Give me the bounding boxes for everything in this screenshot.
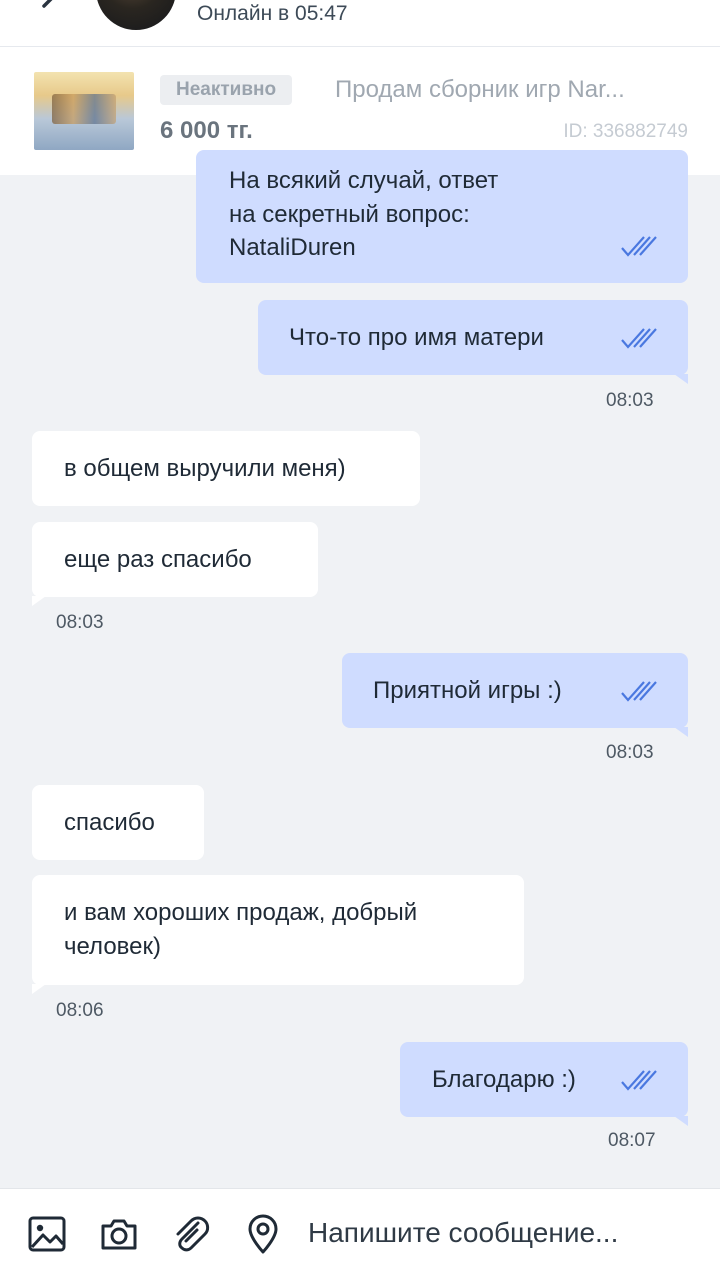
message-line: Приятной игры :): [373, 677, 562, 704]
message-line: в общем выручили меня): [64, 455, 346, 482]
online-status: Онлайн в 05:47: [197, 2, 348, 25]
message-timestamp: 08:03: [56, 612, 104, 633]
status-badge: Неактивно: [160, 75, 293, 105]
listing-id: ID: 336882749: [563, 121, 688, 142]
message-bubble-incoming[interactable]: и вам хороших продаж, добрый человек): [32, 875, 524, 994]
back-arrow-icon[interactable]: [30, 0, 70, 26]
message-bubble-incoming[interactable]: спасибо: [32, 785, 204, 860]
message-line: На всякий случай, ответ: [229, 167, 499, 194]
paperclip-icon[interactable]: [170, 1213, 212, 1255]
message-timestamp: 08:06: [56, 1000, 104, 1021]
message-line: человек): [64, 933, 161, 960]
listing-price: 6 000 тг.: [160, 117, 253, 144]
message-line: на секретный вопрос:: [229, 201, 470, 228]
message-timestamp: 08:03: [606, 390, 654, 411]
chat-header: Онлайн в 05:47: [0, 0, 720, 46]
message-bubble-incoming[interactable]: еще раз спасибо: [32, 522, 318, 606]
message-timestamp: 08:03: [606, 742, 654, 763]
message-line: NataliDuren: [229, 234, 356, 261]
message-line: и вам хороших продаж, добрый: [64, 899, 418, 926]
double-check-icon: [621, 236, 657, 257]
message-input[interactable]: Напишите сообщение...: [308, 1217, 618, 1249]
listing-title[interactable]: Продам сборник игр Nar...: [335, 75, 690, 105]
avatar[interactable]: [96, 0, 176, 30]
double-check-icon: [621, 1070, 657, 1091]
message-line: Благодарю :): [432, 1066, 576, 1093]
message-line: еще раз спасибо: [64, 546, 252, 573]
double-check-icon: [621, 328, 657, 349]
message-timestamp: 08:07: [608, 1130, 656, 1151]
camera-icon[interactable]: [98, 1213, 140, 1255]
listing-thumbnail[interactable]: [34, 72, 134, 150]
double-check-icon: [621, 681, 657, 702]
message-bubble-outgoing[interactable]: На всякий случай, ответ на секретный воп…: [196, 150, 688, 283]
image-icon[interactable]: [26, 1213, 68, 1255]
message-bubble-outgoing[interactable]: Приятной игры :): [342, 653, 688, 737]
location-pin-icon[interactable]: [242, 1213, 284, 1255]
message-bubble-outgoing[interactable]: Благодарю :): [400, 1042, 688, 1126]
message-line: Что-то про имя матери: [289, 324, 544, 351]
message-bubble-outgoing[interactable]: Что-то про имя матери: [258, 300, 688, 384]
message-bubble-incoming[interactable]: в общем выручили меня): [32, 431, 420, 506]
message-composer: Напишите сообщение...: [0, 1188, 720, 1281]
message-line: спасибо: [64, 809, 155, 836]
